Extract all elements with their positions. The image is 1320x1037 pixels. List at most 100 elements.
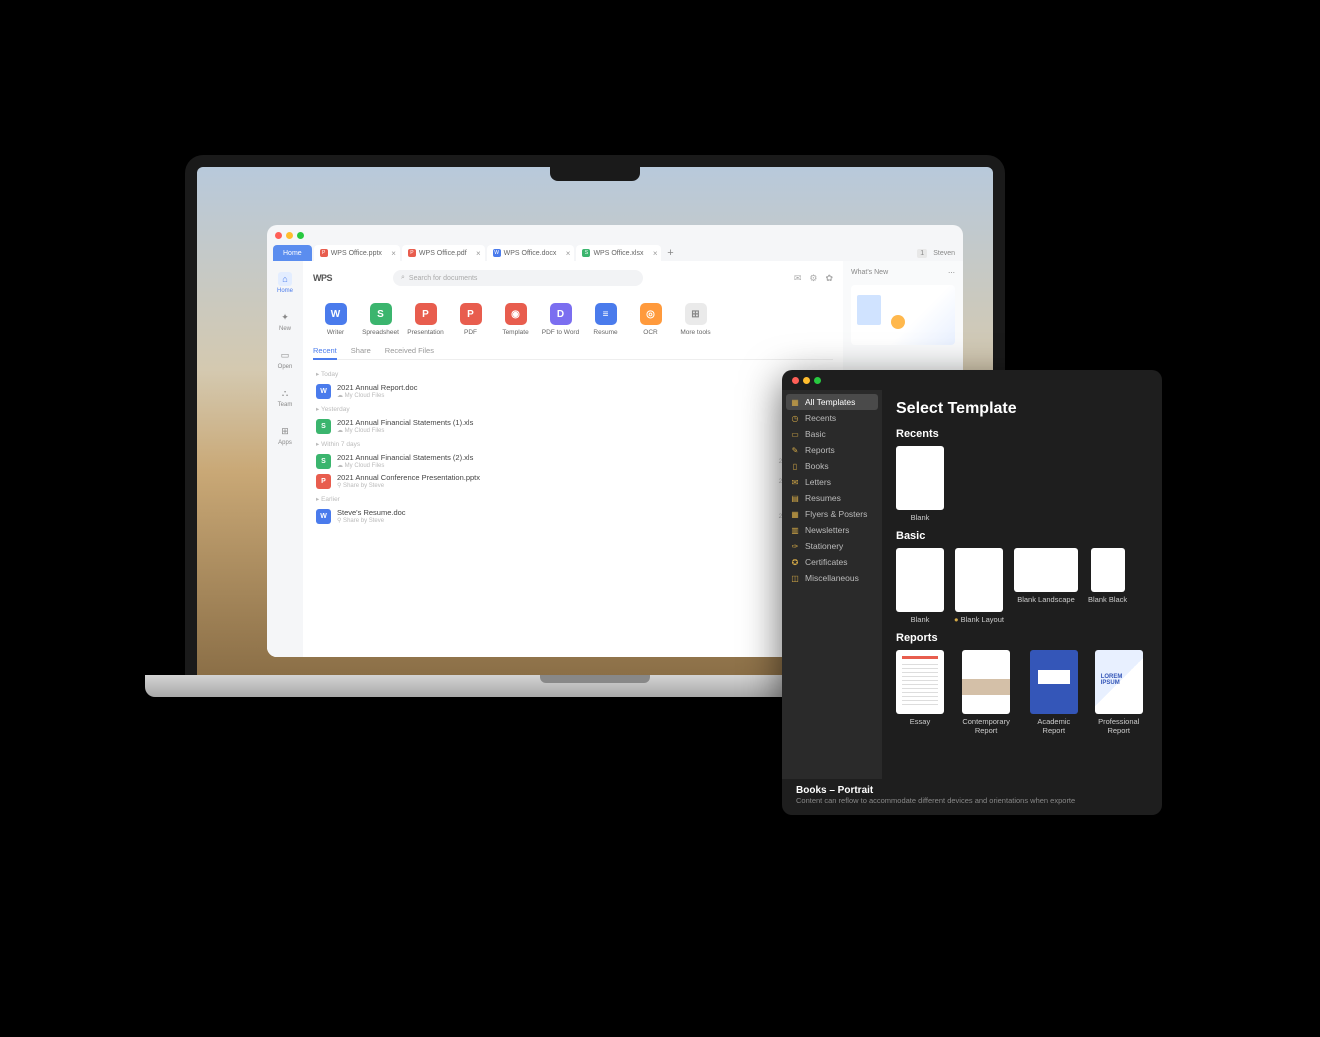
close-tab-icon[interactable]: ×	[653, 249, 658, 258]
template-category-letters[interactable]: ✉ Letters	[782, 474, 882, 490]
close-tab-icon[interactable]: ×	[476, 249, 481, 258]
template-category-certificates[interactable]: ✪Certificates	[782, 554, 882, 570]
template-card[interactable]: Blank Black	[1088, 548, 1127, 624]
file-meta: ☁ My Cloud Files	[337, 392, 789, 399]
sidebar-item-open[interactable]: ▭Open	[267, 345, 303, 373]
app-tile-ocr[interactable]: ◎OCR	[628, 303, 673, 336]
template-category-books[interactable]: ▯Books	[782, 458, 882, 474]
file-row[interactable]: P2021 Annual Conference Presentation.ppt…	[313, 471, 833, 491]
category-label: Stationery	[805, 541, 843, 551]
category-icon: ✉	[790, 477, 800, 487]
file-group-label[interactable]: ▸ Today	[313, 366, 833, 381]
app-tile-resume[interactable]: ≡Resume	[583, 303, 628, 336]
app-tile-pdf-to-word[interactable]: DPDF to Word	[538, 303, 583, 336]
sidebar-item-new[interactable]: ✦New	[267, 307, 303, 335]
close-tab-icon[interactable]: ×	[391, 249, 396, 258]
category-icon: ▥	[790, 525, 800, 535]
close-tab-icon[interactable]: ×	[566, 249, 571, 258]
skin-icon[interactable]: ✿	[825, 273, 833, 284]
template-thumbnail	[962, 650, 1010, 714]
document-tab[interactable]: PWPS Office.pptx×	[314, 245, 400, 261]
category-icon: ✑	[790, 541, 800, 551]
template-category-resumes[interactable]: ▤Resumes	[782, 490, 882, 506]
category-icon: ✎	[790, 445, 800, 455]
tab-home[interactable]: Home	[273, 245, 312, 261]
tab-label: WPS Office.docx	[504, 250, 557, 257]
category-icon: ▦	[790, 509, 800, 519]
maximize-icon[interactable]	[814, 377, 821, 384]
template-thumbnail	[955, 548, 1003, 612]
gear-icon[interactable]: ⚙	[809, 273, 817, 284]
minimize-icon[interactable]	[286, 232, 293, 239]
file-group-label[interactable]: ▸ Within 7 days	[313, 436, 833, 451]
close-icon[interactable]	[275, 232, 282, 239]
new-tab-button[interactable]: +	[663, 245, 677, 261]
app-icon: ◎	[640, 303, 662, 325]
file-group-label[interactable]: ▸ Earlier	[313, 491, 833, 506]
file-name: 2021 Annual Financial Statements (2).xls	[337, 453, 773, 462]
filetab-recent[interactable]: Recent	[313, 346, 337, 360]
template-category-miscellaneous[interactable]: ◫Miscellaneous	[782, 570, 882, 586]
template-card[interactable]: Blank	[896, 446, 944, 522]
app-tile-more-tools[interactable]: ⊞More tools	[673, 303, 718, 336]
template-card[interactable]: Professional Report	[1089, 650, 1148, 735]
team-icon: ⛬	[278, 386, 292, 400]
file-row[interactable]: WSteve's Resume.doc⚲ Share by Steve2021-…	[313, 506, 833, 526]
laptop-notch	[550, 167, 640, 181]
document-tab[interactable]: WWPS Office.docx×	[487, 245, 575, 261]
user-name[interactable]: Steven	[933, 250, 955, 257]
template-card[interactable]: Academic Report	[1028, 650, 1079, 735]
template-card[interactable]: Essay	[896, 650, 944, 735]
maximize-icon[interactable]	[297, 232, 304, 239]
category-label: Resumes	[805, 493, 841, 503]
filetab-share[interactable]: Share	[351, 346, 371, 355]
file-meta: ⚲ Share by Steve	[337, 517, 773, 524]
file-row[interactable]: W2021 Annual Report.doc☁ My Cloud Files0…	[313, 381, 833, 401]
template-card[interactable]: Contemporary Report	[954, 650, 1018, 735]
section-basic: Basic	[896, 530, 1148, 542]
template-category-basic[interactable]: ▭Basic	[782, 426, 882, 442]
filetab-received-files[interactable]: Received Files	[385, 346, 434, 355]
template-card[interactable]: ● Blank Layout	[954, 548, 1004, 624]
template-card[interactable]: Blank	[896, 548, 944, 624]
sidebar-item-home[interactable]: ⌂Home	[267, 269, 303, 297]
template-category-flyers---posters[interactable]: ▦Flyers & Posters	[782, 506, 882, 522]
close-icon[interactable]	[792, 377, 799, 384]
app-tile-presentation[interactable]: PPresentation	[403, 303, 448, 336]
template-label: Essay	[910, 717, 930, 726]
section-recents: Recents	[896, 428, 1148, 440]
template-category-stationery[interactable]: ✑ Stationery	[782, 538, 882, 554]
template-card[interactable]: Blank Landscape	[1014, 548, 1078, 624]
template-category-all-templates[interactable]: ▦All Templates	[786, 394, 878, 410]
home-icon: ⌂	[278, 272, 292, 286]
app-tile-writer[interactable]: WWriter	[313, 303, 358, 336]
file-row[interactable]: S2021 Annual Financial Statements (1).xl…	[313, 416, 833, 436]
template-category-reports[interactable]: ✎Reports	[782, 442, 882, 458]
chat-icon[interactable]: ✉	[794, 273, 802, 284]
category-label: Basic	[805, 429, 826, 439]
wps-user-area: 1 Steven	[917, 245, 963, 261]
tab-label: WPS Office.pdf	[419, 250, 467, 257]
app-tile-pdf[interactable]: PPDF	[448, 303, 493, 336]
category-label: Letters	[805, 477, 831, 487]
template-thumbnail	[896, 548, 944, 612]
sidebar-item-team[interactable]: ⛬Team	[267, 383, 303, 411]
template-category-recents[interactable]: ◷Recents	[782, 410, 882, 426]
document-tab[interactable]: SWPS Office.xlsx×	[576, 245, 661, 261]
template-category-newsletters[interactable]: ▥Newsletters	[782, 522, 882, 538]
minimize-icon[interactable]	[803, 377, 810, 384]
template-label: Blank Landscape	[1017, 595, 1075, 604]
app-tile-template[interactable]: ◉Template	[493, 303, 538, 336]
notification-badge[interactable]: 1	[917, 249, 927, 258]
wps-tab-bar: Home PWPS Office.pptx×PWPS Office.pdf×WW…	[267, 245, 963, 261]
document-tab[interactable]: PWPS Office.pdf×	[402, 245, 485, 261]
template-thumbnail	[1095, 650, 1143, 714]
file-group-label[interactable]: ▸ Yesterday	[313, 401, 833, 416]
template-label: Blank	[911, 513, 930, 522]
more-icon[interactable]: ⋯	[948, 269, 955, 277]
file-row[interactable]: S2021 Annual Financial Statements (2).xl…	[313, 451, 833, 471]
app-tile-spreadsheet[interactable]: SSpreadsheet	[358, 303, 403, 336]
sidebar-item-apps[interactable]: ⊞Apps	[267, 421, 303, 449]
search-input[interactable]: ⌕ Search for documents	[393, 270, 643, 286]
template-label: ● Blank Layout	[954, 615, 1004, 624]
